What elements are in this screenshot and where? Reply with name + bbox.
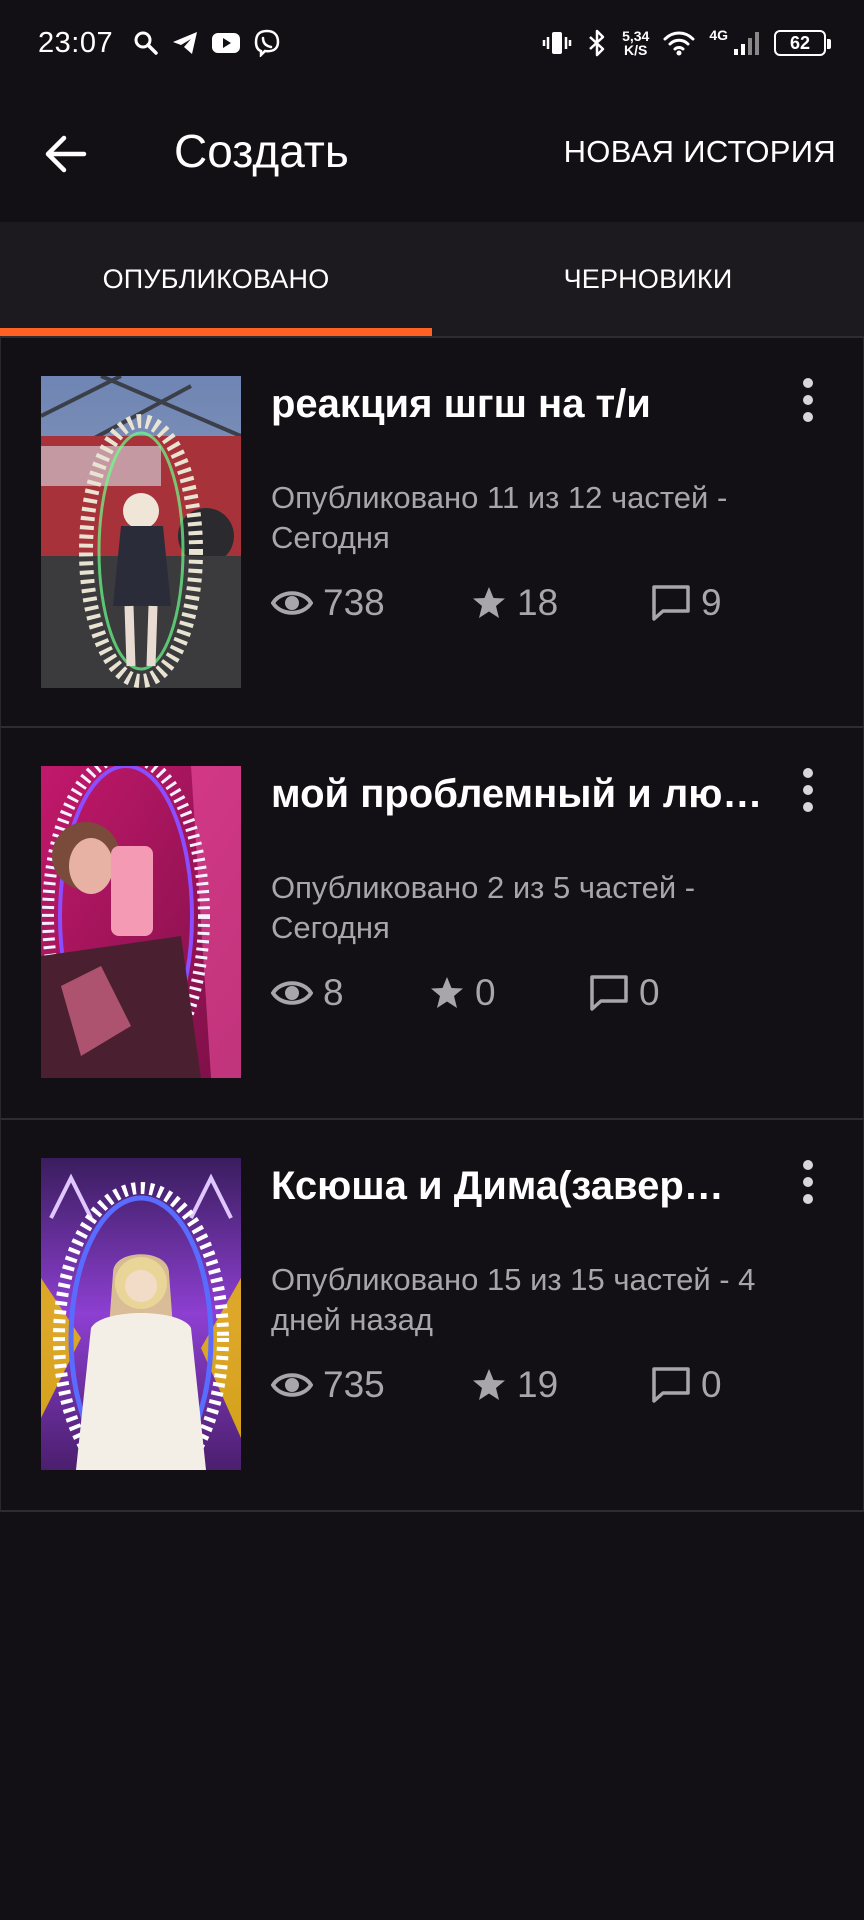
star-icon [473, 1369, 505, 1400]
votes-count: 18 [517, 582, 559, 623]
star-icon [431, 977, 463, 1008]
story-meta: Опубликовано 11 из 12 частей - Сегодня [271, 480, 728, 555]
story-item[interactable]: реакция шгш на т/и Опубликовано 11 из 12… [0, 336, 864, 728]
signal-icon [734, 32, 759, 55]
votes-count: 19 [517, 1364, 559, 1405]
comment-icon [652, 1367, 690, 1403]
tab-bar: ОПУБЛИКОВАНО ЧЕРНОВИКИ [0, 222, 864, 336]
battery-icon: 62 [774, 30, 831, 56]
more-vertical-icon [803, 1160, 813, 1170]
clock: 23:07 [38, 26, 114, 59]
story-stats: 8 0 0 [271, 968, 660, 1018]
youtube-icon [212, 33, 241, 53]
story-stats: 735 19 0 [271, 1360, 722, 1410]
telegram-icon [173, 32, 198, 54]
more-options-button[interactable] [793, 1154, 823, 1210]
eye-icon [271, 591, 313, 615]
more-vertical-icon [803, 768, 813, 778]
votes-stat: 19 [471, 1364, 651, 1406]
story-meta: Опубликовано 2 из 5 частей - Сегодня [271, 870, 696, 945]
network-type: 4G [709, 27, 728, 43]
story-cover[interactable] [41, 1158, 241, 1470]
wifi-icon [663, 31, 695, 56]
story-cover[interactable] [41, 766, 241, 1078]
story-meta: Опубликовано 15 из 15 частей - 4 дней на… [271, 1262, 756, 1337]
votes-count: 0 [475, 972, 496, 1013]
comments-count: 0 [639, 972, 660, 1013]
search-icon [134, 31, 158, 55]
comments-stat: 9 [651, 582, 722, 624]
more-vertical-icon [803, 378, 813, 388]
comment-icon [590, 975, 628, 1011]
story-cover[interactable] [41, 376, 241, 688]
comments-stat: 0 [651, 1364, 722, 1406]
story-item[interactable]: мой проблемный и лю… Опубликовано 2 из 5… [0, 728, 864, 1120]
story-title[interactable]: реакция шгш на т/и [271, 382, 771, 427]
network-speed: 5,34 K/S [622, 28, 650, 58]
story-title[interactable]: Ксюша и Дима(завер… [271, 1164, 771, 1209]
views-count: 8 [323, 972, 344, 1013]
views-stat: 738 [271, 582, 471, 624]
eye-icon [271, 1373, 313, 1397]
story-title[interactable]: мой проблемный и лю… [271, 772, 771, 817]
story-list: реакция шгш на т/и Опубликовано 11 из 12… [0, 336, 864, 1512]
more-options-button[interactable] [793, 762, 823, 818]
back-button[interactable] [42, 130, 90, 178]
bluetooth-icon [589, 29, 605, 57]
status-bar: 23:07 5,34 K/S 4G 62 [0, 0, 864, 86]
arrow-left-icon [45, 135, 87, 173]
tab-drafts[interactable]: ЧЕРНОВИКИ [432, 222, 864, 336]
views-count: 735 [323, 1364, 385, 1405]
story-item[interactable]: Ксюша и Дима(завер… Опубликовано 15 из 1… [0, 1120, 864, 1512]
viber-icon [254, 29, 280, 57]
top-app-bar: Создать НОВАЯ ИСТОРИЯ [0, 86, 864, 222]
comments-count: 0 [701, 1364, 722, 1405]
story-stats: 738 18 9 [271, 578, 722, 628]
views-count: 738 [323, 582, 385, 623]
votes-stat: 18 [471, 582, 651, 624]
comments-count: 9 [701, 582, 722, 623]
battery-level: 62 [789, 32, 811, 53]
comments-stat: 0 [589, 972, 660, 1014]
page-title: Создать [174, 125, 349, 177]
views-stat: 735 [271, 1364, 471, 1406]
eye-icon [271, 981, 313, 1005]
vibrate-icon [542, 32, 572, 54]
star-icon [473, 587, 505, 618]
new-story-button[interactable]: НОВАЯ ИСТОРИЯ [564, 134, 836, 170]
views-stat: 8 [271, 972, 429, 1014]
tab-published[interactable]: ОПУБЛИКОВАНО [0, 222, 432, 336]
votes-stat: 0 [429, 972, 589, 1014]
more-options-button[interactable] [793, 372, 823, 428]
comment-icon [652, 585, 690, 621]
